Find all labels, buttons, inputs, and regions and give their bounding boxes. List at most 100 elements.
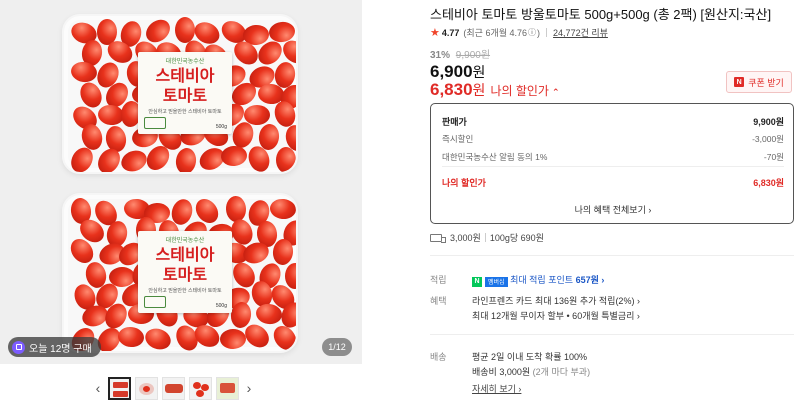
original-price: 9,900원 xyxy=(455,50,491,61)
rating-row: ★ 4.77 (최근 6개월 4.76 ⓘ ) 24,772건 리뷰 xyxy=(430,26,608,39)
rating-value: 4.77 xyxy=(441,27,460,38)
sale-price: 6,900원 xyxy=(430,62,485,82)
tomato xyxy=(142,325,174,351)
product-title: 스테비아 토마토 방울토마토 500g+500g (총 2팩) [원산지:국산] xyxy=(430,7,772,22)
price-row-value: 6,830원 xyxy=(753,178,784,188)
section-divider xyxy=(430,334,794,335)
membership-badge: 멤버십 xyxy=(485,276,508,287)
tomato xyxy=(269,197,296,221)
image-page-indicator: 1/12 xyxy=(322,338,352,356)
points-text: 최대 적립 포인트 xyxy=(510,275,574,285)
main-product-image[interactable]: 대한민국농수산 스테비아 토마토 안심하고 믿을만한 스테비아 토마토 500g… xyxy=(0,0,362,364)
divider xyxy=(442,166,784,167)
discount-percent: 31% xyxy=(430,50,451,61)
label-title-line1: 스테비아 xyxy=(155,66,215,85)
chevron-up-icon: ⌃ xyxy=(551,87,560,97)
thumbnail-strip: ‹ › xyxy=(92,374,270,402)
points-row[interactable]: N 멤버십 최대 적립 포인트 657원 › xyxy=(472,273,604,287)
price-row-my-price: 나의 할인가 6,830원 xyxy=(442,176,784,189)
shipping-summary: 3,000원 100g당 690원 xyxy=(430,231,544,244)
shopping-bag-icon xyxy=(12,340,25,354)
my-discount-price[interactable]: 6,830 원 나의 할인가 ⌃ xyxy=(430,80,560,100)
tomato xyxy=(117,325,146,349)
product-label: 대한민국농수산 스테비아 토마토 안심하고 믿을만한 스테비아 토마토 500g xyxy=(138,52,232,134)
divider xyxy=(546,28,548,37)
label-tag xyxy=(144,296,166,308)
points-value: 657원 › xyxy=(575,275,605,285)
thumbnail-4[interactable] xyxy=(189,376,212,400)
label-title-line2: 토마토 xyxy=(162,86,208,105)
installment-benefit-link[interactable]: 최대 12개월 무이자 할부 • 60개월 특별금리 › xyxy=(472,309,640,322)
tomato-pack-top: 대한민국농수산 스테비아 토마토 안심하고 믿을만한 스테비아 토마토 500g xyxy=(62,14,298,174)
label-brand: 대한민국농수산 xyxy=(165,59,205,65)
price-row-instant-discount: 즉시할인 -3,000원 xyxy=(442,133,784,145)
delivery-fee: 배송비 3,000원 xyxy=(472,367,531,377)
naver-n-icon: N xyxy=(734,77,745,87)
image-gallery: 대한민국농수산 스테비아 토마토 안심하고 믿을만한 스테비아 토마토 500g… xyxy=(0,0,362,406)
product-info-panel: 스테비아 토마토 방울토마토 500g+500g (총 2팩) [원산지:국산]… xyxy=(430,0,800,406)
thumbnail-1[interactable] xyxy=(108,376,131,400)
purchase-count-text: 오늘 12명 구매 xyxy=(29,343,92,355)
card-benefit-link[interactable]: 라인프렌즈 카드 최대 136원 추가 적립(2%) › xyxy=(472,294,640,307)
price-row-label: 판매가 xyxy=(442,117,467,127)
truck-icon xyxy=(430,233,446,243)
label-title-line1: 스테비아 xyxy=(155,245,215,264)
sale-price-number: 6,900 xyxy=(430,62,473,81)
price-row-label: 나의 할인가 xyxy=(442,178,486,188)
thumbnail-next-button[interactable]: › xyxy=(243,378,255,398)
purchase-count-badge: 오늘 12명 구매 xyxy=(8,337,101,357)
coupon-button-label: 쿠폰 받기 xyxy=(748,77,784,88)
naver-n-icon: N xyxy=(472,276,482,287)
section-divider xyxy=(430,255,794,256)
tomato xyxy=(243,104,270,125)
tomato xyxy=(174,146,198,172)
naver-pay-badge: N 멤버십 xyxy=(472,276,508,287)
tomato xyxy=(275,146,296,172)
thumbnail-prev-button[interactable]: ‹ xyxy=(92,378,104,398)
label-brand: 대한민국농수산 xyxy=(165,238,205,244)
label-title-line2: 토마토 xyxy=(162,265,208,284)
price-row-notify-discount: 대한민국농수산 알림 동의 1% -70원 xyxy=(442,151,784,163)
delivery-fee-row: 배송비 3,000원 (2개 마다 부과) xyxy=(472,365,590,378)
my-price-number: 6,830 xyxy=(430,80,473,99)
price-row-value: -70원 xyxy=(763,152,784,162)
unit-price: 100g당 690원 xyxy=(489,233,544,243)
label-weight: 500g xyxy=(215,303,227,309)
my-price-label: 나의 할인가 xyxy=(490,84,549,98)
price-row-value: -3,000원 xyxy=(752,134,784,144)
price-row-label: 대한민국농수산 알림 동의 1% xyxy=(442,152,548,162)
shipping-fee: 3,000원 xyxy=(450,233,481,243)
label-subtitle: 안심하고 믿을만한 스테비아 토마토 xyxy=(148,109,222,115)
delivery-probability: 평균 2일 이내 도착 확률 100% xyxy=(472,352,588,362)
tomato xyxy=(225,195,247,223)
label-tag xyxy=(144,117,166,129)
label-weight: 500g xyxy=(215,124,227,130)
points-label: 적립 xyxy=(430,275,447,285)
thumbnail-5[interactable] xyxy=(216,376,239,400)
benefit-label: 혜택 xyxy=(430,296,447,306)
sale-price-unit: 원 xyxy=(472,64,486,80)
recent-rating: (최근 6개월 4.76 xyxy=(463,28,528,38)
my-price-unit: 원 xyxy=(472,82,486,98)
thumbnail-2[interactable] xyxy=(135,376,158,400)
review-count-link[interactable]: 24,772건 리뷰 xyxy=(553,26,608,39)
delivery-fee-note: (2개 마다 부과) xyxy=(532,367,591,377)
tomato xyxy=(271,238,294,267)
info-icon[interactable]: ⓘ xyxy=(528,27,536,38)
divider xyxy=(484,233,486,242)
price-row-sale: 판매가 9,900원 xyxy=(442,115,784,128)
tomato xyxy=(219,145,248,168)
recent-rating-close: ) xyxy=(537,27,541,38)
product-label: 대한민국농수산 스테비아 토마토 안심하고 믿을만한 스테비아 토마토 500g xyxy=(138,231,232,313)
tomato xyxy=(284,262,296,289)
tomato xyxy=(118,146,150,172)
star-icon: ★ xyxy=(430,27,440,39)
coupon-button[interactable]: N 쿠폰 받기 xyxy=(726,71,792,93)
tomato-pack-bottom: 대한민국농수산 스테비아 토마토 안심하고 믿을만한 스테비아 토마토 500g xyxy=(62,193,298,353)
tomato xyxy=(220,328,247,350)
delivery-more-link[interactable]: 자세히 보기 › xyxy=(472,382,521,395)
view-all-benefits-link[interactable]: 나의 혜택 전체보기 › xyxy=(431,203,795,216)
thumbnail-3[interactable] xyxy=(162,376,185,400)
delivery-label: 배송 xyxy=(430,352,447,362)
price-row-label: 즉시할인 xyxy=(442,134,474,144)
